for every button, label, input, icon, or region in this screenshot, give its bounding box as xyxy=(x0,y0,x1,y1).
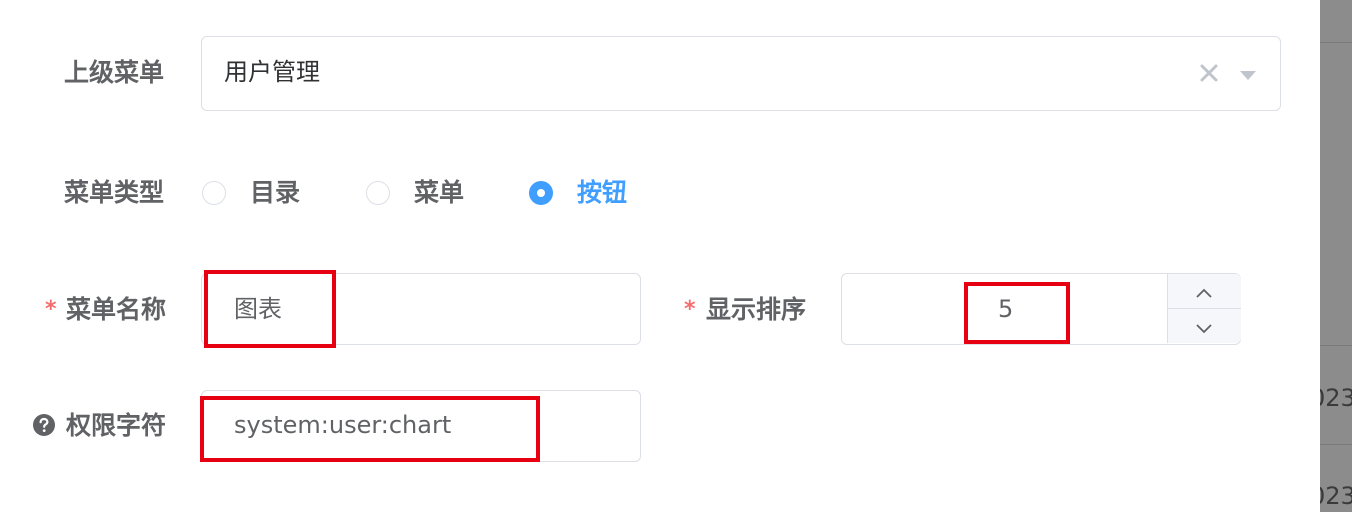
overlay-divider xyxy=(1320,42,1352,43)
parent-menu-value: 用户管理 xyxy=(224,58,320,86)
background-overlay xyxy=(1320,0,1352,512)
background-table-cell-fragment: 023 xyxy=(1320,482,1352,510)
parent-menu-select[interactable]: 用户管理 xyxy=(201,36,1281,111)
display-order-label: 显示排序 xyxy=(706,295,807,324)
chevron-down-icon xyxy=(1195,320,1213,339)
required-mark: * xyxy=(45,297,57,322)
radio-option-button[interactable]: 按钮 xyxy=(529,180,639,208)
menu-type-label: 菜单类型 xyxy=(64,178,165,207)
chevron-up-icon xyxy=(1195,284,1213,303)
radio-circle[interactable] xyxy=(366,181,390,205)
menu-name-label: 菜单名称 xyxy=(66,295,167,324)
highlight-box xyxy=(964,282,1070,344)
highlight-box xyxy=(200,396,540,462)
radio-option-menu[interactable]: 菜单 xyxy=(366,180,476,208)
permission-label: 权限字符 xyxy=(66,411,167,440)
stepper-controls xyxy=(1167,274,1241,343)
required-mark: * xyxy=(684,297,696,322)
highlight-box xyxy=(204,270,336,348)
radio-label: 目录 xyxy=(250,178,301,207)
radio-circle[interactable] xyxy=(202,181,226,205)
overlay-divider xyxy=(1320,444,1352,445)
question-circle-icon[interactable] xyxy=(32,413,56,437)
close-icon[interactable] xyxy=(1198,62,1220,84)
radio-circle-checked[interactable] xyxy=(529,181,553,205)
parent-menu-label: 上级菜单 xyxy=(64,58,165,87)
caret-down-icon[interactable] xyxy=(1238,67,1258,81)
radio-label: 菜单 xyxy=(414,178,465,207)
overlay-divider xyxy=(1320,345,1352,346)
radio-label: 按钮 xyxy=(577,178,628,207)
stepper-decrease-button[interactable] xyxy=(1168,309,1241,343)
stepper-increase-button[interactable] xyxy=(1168,274,1241,309)
radio-option-directory[interactable]: 目录 xyxy=(202,180,312,208)
background-table-cell-fragment: 023 xyxy=(1320,384,1352,412)
